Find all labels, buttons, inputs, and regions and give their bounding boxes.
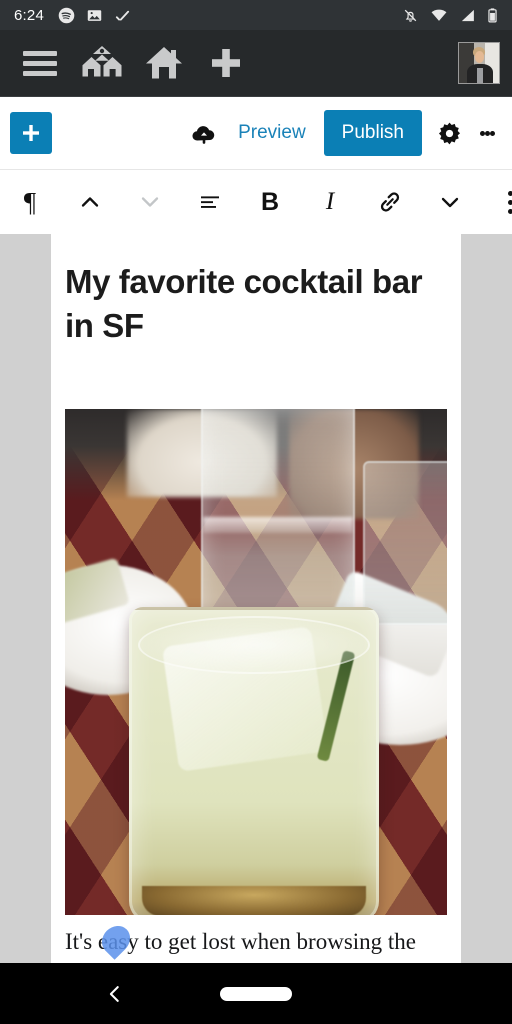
bold-icon: B — [260, 187, 280, 216]
status-bar-clock: 6:24 — [14, 6, 44, 24]
format-group-align — [180, 170, 240, 234]
italic-icon: I — [325, 188, 335, 215]
post-featured-image[interactable] — [65, 409, 447, 916]
post-title[interactable]: My favorite cocktail bar in SF — [65, 260, 447, 347]
plus-icon — [23, 125, 39, 141]
account-avatar[interactable] — [458, 42, 500, 84]
home-icon — [146, 47, 182, 79]
move-block-down-button[interactable] — [120, 170, 180, 234]
preview-button[interactable]: Preview — [226, 114, 318, 152]
home-gesture-pill[interactable] — [220, 986, 292, 1001]
checkmark-icon — [115, 10, 130, 21]
status-bar: 6:24 — [0, 0, 512, 30]
more-formatting-button[interactable] — [420, 170, 480, 234]
block-options-button[interactable] — [480, 170, 512, 234]
hamburger-menu-button[interactable] — [12, 35, 68, 91]
chevron-up-icon — [81, 197, 99, 207]
add-block-button[interactable] — [10, 112, 52, 154]
avatar-face — [474, 51, 485, 63]
format-group-inline: B I — [240, 170, 480, 234]
back-chevron-icon — [109, 985, 119, 1002]
cellular-signal-icon — [461, 9, 474, 21]
create-post-icon — [212, 49, 240, 77]
notifications-silenced-icon — [404, 9, 417, 22]
format-group-options — [480, 170, 512, 234]
paragraph-icon: ¶ — [23, 186, 37, 217]
link-icon — [380, 192, 400, 212]
battery-icon — [488, 7, 497, 22]
bold-button[interactable]: B — [240, 170, 300, 234]
post-settings-button[interactable] — [426, 110, 472, 156]
status-bar-notification-icons — [58, 7, 131, 24]
more-options-icon-dot3 — [489, 130, 495, 136]
hamburger-menu-icon — [23, 46, 57, 81]
glass-base — [142, 886, 366, 916]
cocktail-glass — [129, 607, 379, 916]
settings-gear-icon — [438, 122, 460, 144]
spotify-icon — [58, 7, 75, 23]
reader-home-button[interactable] — [136, 35, 192, 91]
format-group-block: ¶ — [0, 170, 180, 234]
app-navigation-bar — [0, 30, 512, 97]
save-draft-button[interactable] — [182, 111, 226, 155]
post-content-card: My favorite cocktail bar in SF It's to g… — [51, 234, 461, 963]
phone-screen: 6:24 Preview Publish ¶ B I My favorite c… — [0, 0, 512, 1024]
chevron-down-icon — [141, 197, 159, 207]
more-options-icon-dot2 — [484, 130, 490, 136]
publish-button[interactable]: Publish — [323, 110, 422, 156]
editor-action-bar: Preview Publish — [0, 97, 512, 169]
back-button[interactable] — [98, 974, 132, 1014]
block-type-button[interactable]: ¶ — [0, 170, 60, 234]
water-surface — [203, 517, 353, 534]
wifi-icon — [431, 9, 447, 21]
editor-canvas[interactable]: My favorite cocktail bar in SF It's to g… — [0, 234, 512, 963]
move-block-up-button[interactable] — [60, 170, 120, 234]
text-align-button[interactable] — [180, 170, 240, 234]
align-left-icon — [201, 196, 219, 208]
italic-button[interactable]: I — [300, 170, 360, 234]
block-options-icon-dot2 — [507, 199, 512, 205]
more-options-icon — [479, 130, 485, 136]
block-options-icon-dot3 — [507, 208, 512, 214]
photo-icon — [87, 9, 102, 21]
block-options-icon — [507, 190, 512, 196]
cocktail-rim — [138, 616, 370, 675]
status-bar-system-icons — [402, 7, 498, 24]
system-navigation-bar — [0, 963, 512, 1024]
insert-link-button[interactable] — [360, 170, 420, 234]
create-post-button[interactable] — [198, 35, 254, 91]
cloud-upload-icon — [192, 126, 215, 144]
chevron-down-more-icon — [441, 197, 459, 208]
water-glass-right — [363, 461, 447, 626]
format-toolbar: ¶ B I — [0, 169, 512, 234]
my-sites-button[interactable] — [74, 35, 130, 91]
my-sites-icon — [82, 46, 122, 77]
avatar-shirt — [476, 67, 483, 83]
editor-more-options-button[interactable] — [472, 110, 502, 156]
